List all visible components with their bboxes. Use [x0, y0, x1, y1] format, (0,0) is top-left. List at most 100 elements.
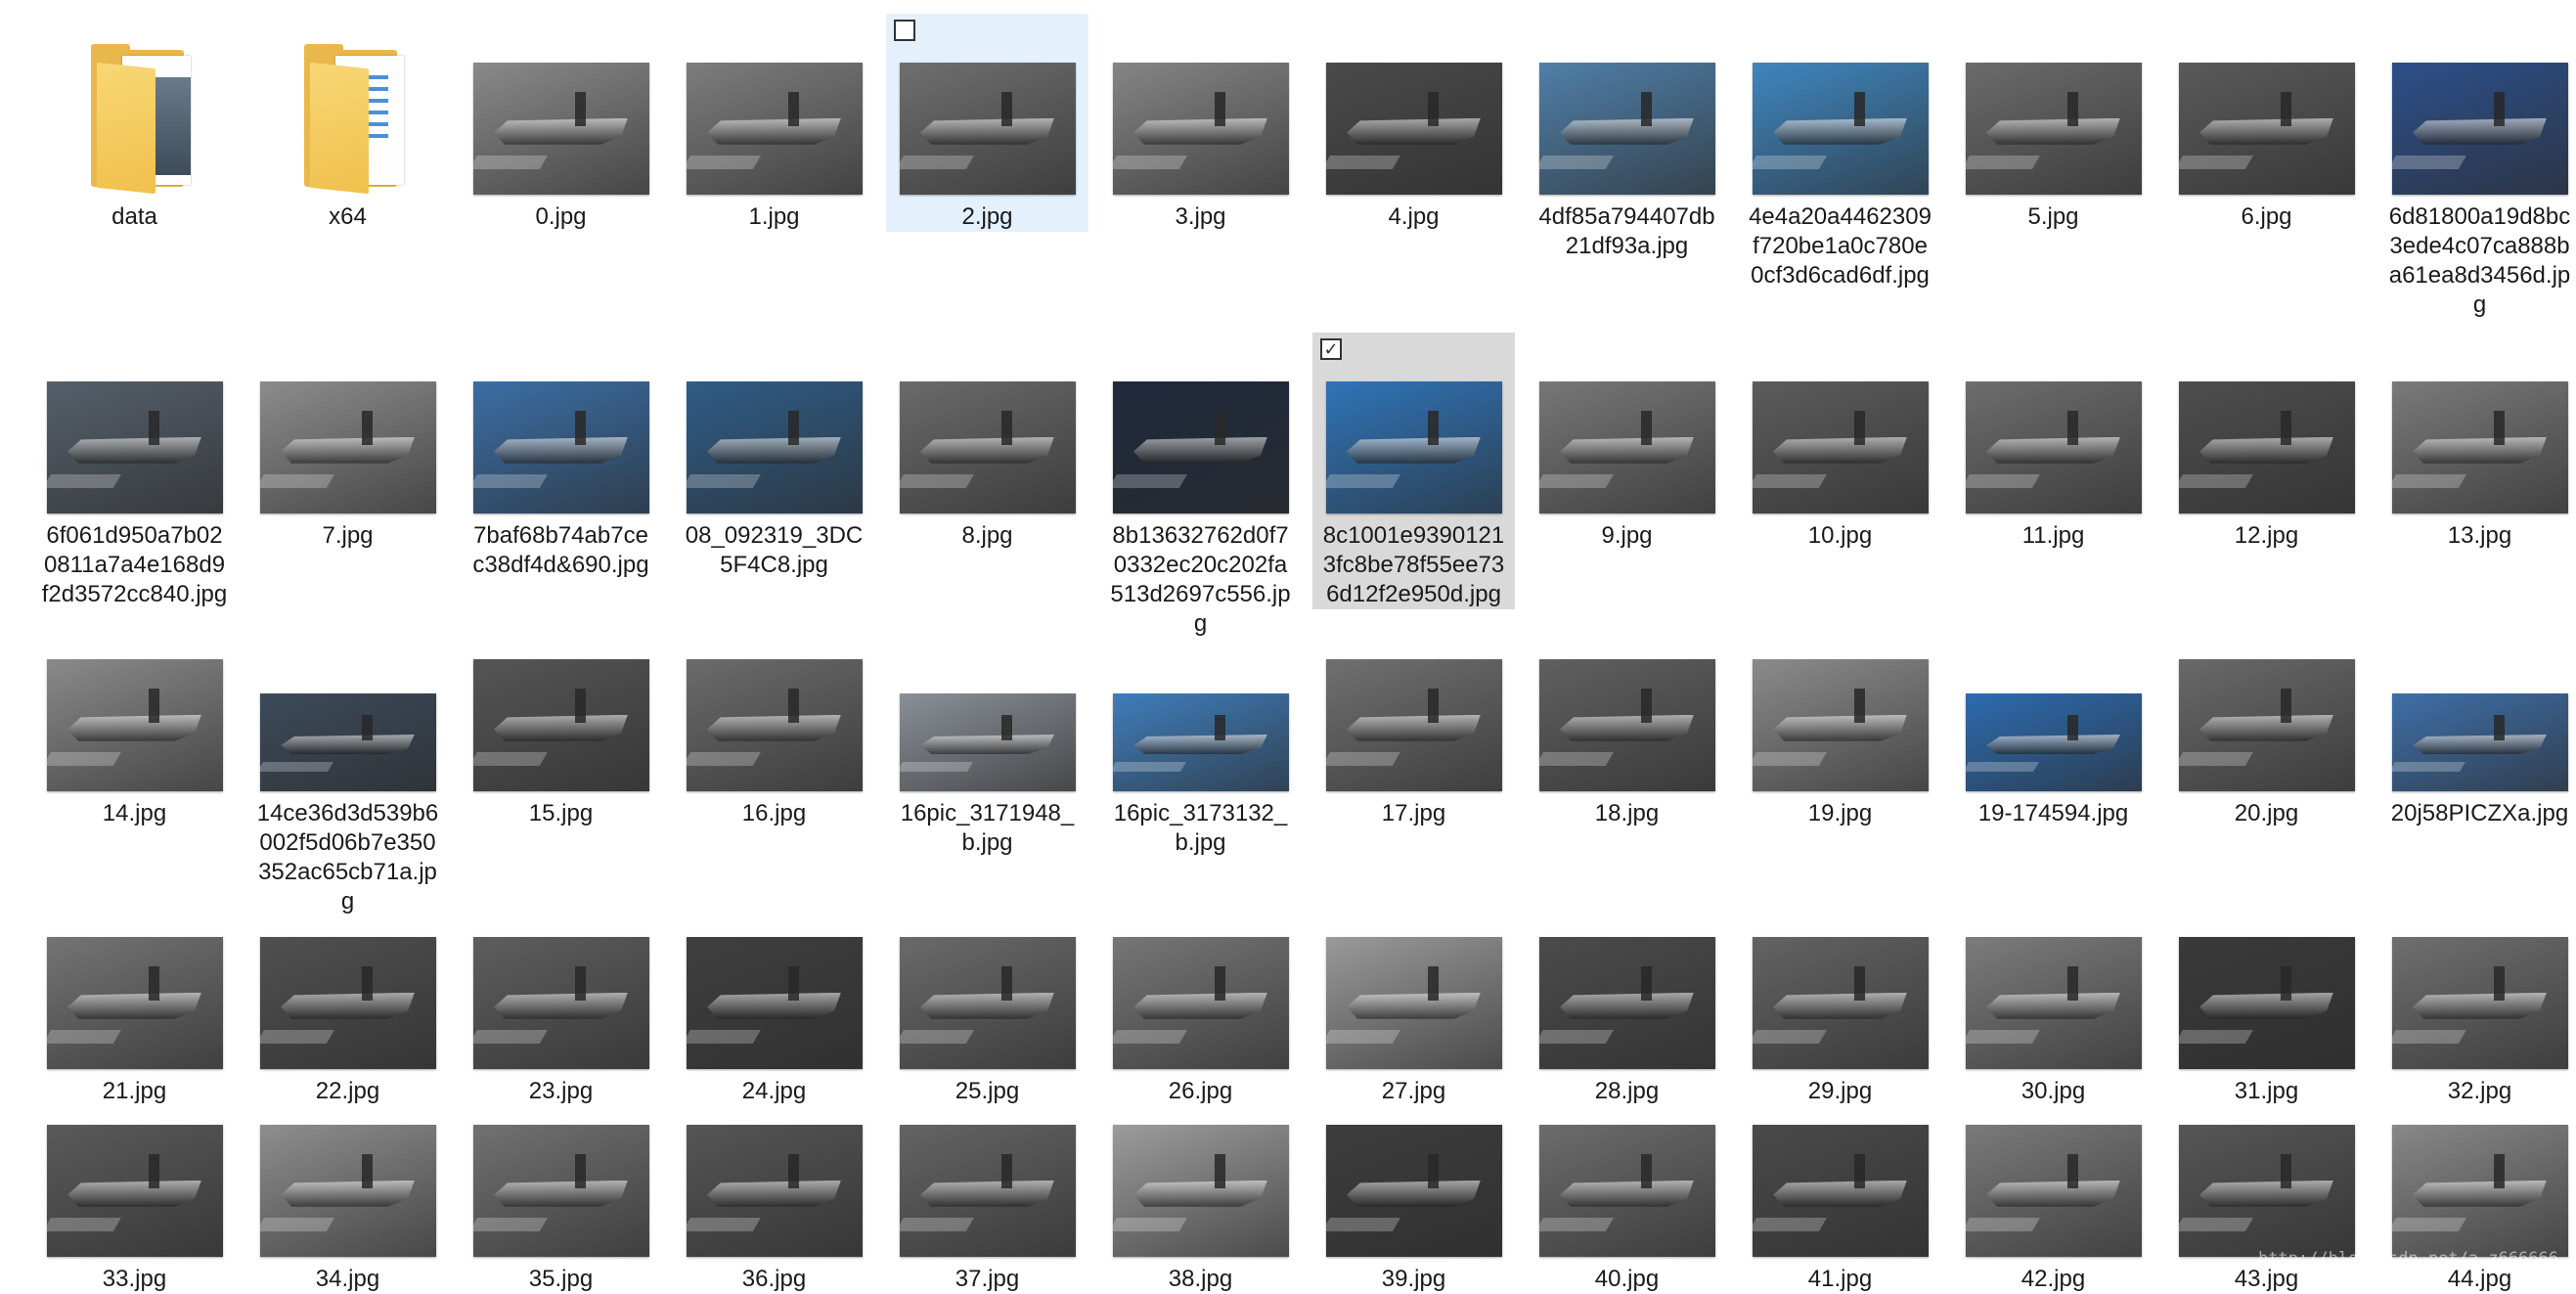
file-name-label: 13.jpg	[2447, 522, 2512, 549]
file-item[interactable]: 31.jpg	[2165, 888, 2368, 1106]
file-item[interactable]: 36.jpg	[673, 1076, 875, 1294]
file-item[interactable]: 23.jpg	[460, 888, 662, 1106]
file-item[interactable]: 34.jpg	[246, 1076, 449, 1294]
file-item[interactable]: 1.jpg	[673, 14, 875, 232]
file-name-label: 19-174594.jpg	[1977, 800, 2129, 826]
file-item[interactable]: 4.jpg	[1312, 14, 1515, 232]
file-name-label: 20.jpg	[2234, 800, 2299, 826]
file-item[interactable]: 42.jpg	[1952, 1076, 2154, 1294]
file-item[interactable]: 10.jpg	[1739, 333, 1941, 551]
image-thumbnail	[259, 693, 436, 791]
file-item[interactable]: 19-174594.jpg	[1952, 610, 2154, 828]
file-name-label: 15.jpg	[528, 800, 594, 826]
file-name-label: 7.jpg	[322, 522, 374, 549]
file-item[interactable]: 7.jpg	[246, 333, 449, 551]
image-thumbnail	[2391, 937, 2568, 1069]
file-item[interactable]: 19.jpg	[1739, 610, 1941, 828]
file-name-label: 16.jpg	[741, 800, 807, 826]
file-item[interactable]: 14ce36d3d539b6002f5d06b7e350352ac65cb71a…	[246, 610, 449, 916]
image-thumbnail	[1325, 381, 1502, 513]
file-name-label: 18.jpg	[1594, 800, 1660, 826]
file-item[interactable]: 8.jpg	[886, 333, 1088, 551]
file-item[interactable]: 17.jpg	[1312, 610, 1515, 828]
file-item[interactable]: ✓ 8c1001e93901213fc8be78f55ee736d12f2e950…	[1312, 333, 1515, 609]
image-thumbnail	[46, 937, 223, 1069]
folder-item[interactable]: x64	[246, 14, 449, 232]
file-item[interactable]: 16.jpg	[673, 610, 875, 828]
image-thumbnail	[1112, 381, 1289, 513]
image-thumbnail	[472, 381, 649, 513]
image-thumbnail	[1752, 381, 1929, 513]
file-name-label: 6.jpg	[2241, 203, 2292, 230]
file-item[interactable]: 8b13632762d0f70332ec20c202fa513d2697c556…	[1099, 333, 1302, 639]
image-thumbnail	[1752, 659, 1929, 791]
file-item[interactable]: 39.jpg	[1312, 1076, 1515, 1294]
file-name-label: 36.jpg	[741, 1266, 807, 1292]
image-thumbnail	[686, 659, 863, 791]
file-item[interactable]: 16pic_3173132_b.jpg	[1099, 610, 1302, 858]
file-item[interactable]: 41.jpg	[1739, 1076, 1941, 1294]
file-item[interactable]: 37.jpg	[886, 1076, 1088, 1294]
file-item[interactable]: 40.jpg	[1526, 1076, 1728, 1294]
file-item[interactable]: 30.jpg	[1952, 888, 2154, 1106]
file-item[interactable]: 33.jpg	[33, 1076, 236, 1294]
file-item[interactable]: 28.jpg	[1526, 888, 1728, 1106]
file-name-label: 14.jpg	[102, 800, 167, 826]
image-thumbnail	[2391, 1125, 2568, 1257]
file-item[interactable]: 15.jpg	[460, 610, 662, 828]
image-thumbnail	[1538, 63, 1715, 195]
file-name-label: 43.jpg	[2234, 1266, 2299, 1292]
image-thumbnail	[259, 1125, 436, 1257]
file-item[interactable]: 20.jpg	[2165, 610, 2368, 828]
image-thumbnail	[2178, 63, 2355, 195]
file-item[interactable]: 5.jpg	[1952, 14, 2154, 232]
file-item[interactable]: 6.jpg	[2165, 14, 2368, 232]
file-name-label: 42.jpg	[2021, 1266, 2086, 1292]
image-thumbnail	[2178, 1125, 2355, 1257]
file-item[interactable]: 29.jpg	[1739, 888, 1941, 1106]
image-thumbnail	[1752, 1125, 1929, 1257]
file-name-label: 4.jpg	[1388, 203, 1440, 230]
file-name-label: 39.jpg	[1381, 1266, 1446, 1292]
file-item[interactable]: 12.jpg	[2165, 333, 2368, 551]
file-item[interactable]: 24.jpg	[673, 888, 875, 1106]
file-item[interactable]: 13.jpg	[2378, 333, 2576, 551]
file-item[interactable]: 35.jpg	[460, 1076, 662, 1294]
file-item[interactable]: 16pic_3171948_b.jpg	[886, 610, 1088, 858]
file-item[interactable]: 38.jpg	[1099, 1076, 1302, 1294]
file-item[interactable]: 2.jpg	[886, 14, 1088, 232]
file-item[interactable]: 6d81800a19d8bc3ede4c07ca888ba61ea8d3456d…	[2378, 14, 2576, 320]
file-item[interactable]: 9.jpg	[1526, 333, 1728, 551]
file-item[interactable]: 21.jpg	[33, 888, 236, 1106]
image-thumbnail	[1965, 693, 2142, 791]
file-item[interactable]: 3.jpg	[1099, 14, 1302, 232]
file-item[interactable]: 26.jpg	[1099, 888, 1302, 1106]
file-name-label: 16pic_3171948_b.jpg	[900, 800, 1075, 856]
select-checkbox[interactable]: ✓	[1320, 338, 1342, 360]
file-item[interactable]: 18.jpg	[1526, 610, 1728, 828]
file-item[interactable]: 25.jpg	[886, 888, 1088, 1106]
file-item[interactable]: 11.jpg	[1952, 333, 2154, 551]
image-thumbnail	[46, 381, 223, 513]
file-item[interactable]: 0.jpg	[460, 14, 662, 232]
file-item[interactable]: 27.jpg	[1312, 888, 1515, 1106]
file-item[interactable]: 22.jpg	[246, 888, 449, 1106]
file-item[interactable]: 14.jpg	[33, 610, 236, 828]
file-item[interactable]: 4e4a20a4462309f720be1a0c780e0cf3d6cad6df…	[1739, 14, 1941, 290]
file-item[interactable]: 4df85a794407db21df93a.jpg	[1526, 14, 1728, 261]
file-item[interactable]: 32.jpg	[2378, 888, 2576, 1106]
image-thumbnail	[2391, 693, 2568, 791]
file-name-label: 4df85a794407db21df93a.jpg	[1538, 203, 1715, 259]
file-item[interactable]: 20j58PICZXa.jpg	[2378, 610, 2576, 828]
file-name-label: 7baf68b74ab7cec38df4d&690.jpg	[472, 522, 649, 578]
file-name-label: 1.jpg	[748, 203, 800, 230]
file-name-label: 0.jpg	[535, 203, 587, 230]
file-name-label: 3.jpg	[1175, 203, 1226, 230]
file-item[interactable]: 6f061d950a7b020811a7a4e168d9f2d3572cc840…	[33, 333, 236, 609]
image-thumbnail	[1325, 937, 1502, 1069]
file-item[interactable]: 7baf68b74ab7cec38df4d&690.jpg	[460, 333, 662, 580]
file-item[interactable]: 08_092319_3DC5F4C8.jpg	[673, 333, 875, 580]
folder-item[interactable]: data	[33, 14, 236, 232]
image-thumbnail	[1752, 937, 1929, 1069]
select-checkbox[interactable]	[894, 20, 915, 41]
